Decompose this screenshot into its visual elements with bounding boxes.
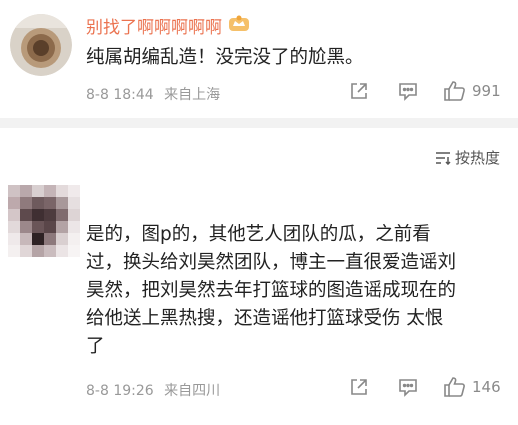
sort-icon: [435, 151, 451, 165]
comment-date: 8-8 19:26: [86, 383, 154, 399]
comment-text-line: 昊然，把刘昊然去年打篮球的图造谣成现在的: [86, 280, 457, 301]
avatar[interactable]: [10, 14, 72, 76]
share-icon: [351, 379, 367, 395]
comment-meta: 8-8 19:26 来自四川: [86, 380, 220, 400]
comment-icon: [399, 379, 417, 397]
like-count: 146: [472, 378, 501, 396]
like-button[interactable]: 146: [443, 376, 501, 398]
like-icon: [444, 377, 465, 397]
comment-text-line: 过，换头给刘昊然团队，博主一直很爱造谣刘: [86, 252, 457, 273]
share-button[interactable]: [348, 376, 370, 398]
comment-text-line: 是的，图p的，其他艺人团队的瓜，之前看: [86, 224, 431, 245]
like-button[interactable]: 991: [443, 80, 501, 102]
comment-location: 来自上海: [164, 87, 221, 103]
comment-text-line: 给他送上黑热搜，还造谣他打篮球受伤 太恨: [86, 308, 444, 329]
comment-text: 是的，图p的，其他艺人团队的瓜，之前看 过，换头给刘昊然团队，博主一直很爱造谣刘…: [86, 221, 456, 361]
like-count: 991: [472, 82, 501, 100]
crown-icon: [228, 14, 250, 37]
avatar[interactable]: [8, 185, 80, 257]
share-button[interactable]: [348, 80, 370, 102]
comment-text-line: 了: [86, 336, 105, 357]
sort-button[interactable]: 按热度: [435, 147, 500, 168]
comment-button[interactable]: [397, 80, 419, 102]
comment-1: 别找了啊啊啊啊啊 纯属胡编乱造！没完没了的尬黑。 8-8 18:44 来自上海 …: [0, 0, 518, 118]
share-icon: [351, 83, 367, 99]
username[interactable]: 别找了啊啊啊啊啊: [86, 13, 250, 38]
comment-text: 纯属胡编乱造！没完没了的尬黑。: [86, 47, 364, 68]
comment-button[interactable]: [397, 376, 419, 398]
like-icon: [444, 81, 465, 101]
comment-icon: [399, 83, 417, 101]
comment-2: 是的，图p的，其他艺人团队的瓜，之前看 过，换头给刘昊然团队，博主一直很爱造谣刘…: [0, 175, 518, 425]
sort-label: 按热度: [454, 149, 500, 167]
comment-meta: 8-8 18:44 来自上海: [86, 84, 220, 104]
comment-location: 来自四川: [164, 383, 221, 399]
comment-date: 8-8 18:44: [86, 87, 154, 103]
section-divider: [0, 118, 518, 128]
